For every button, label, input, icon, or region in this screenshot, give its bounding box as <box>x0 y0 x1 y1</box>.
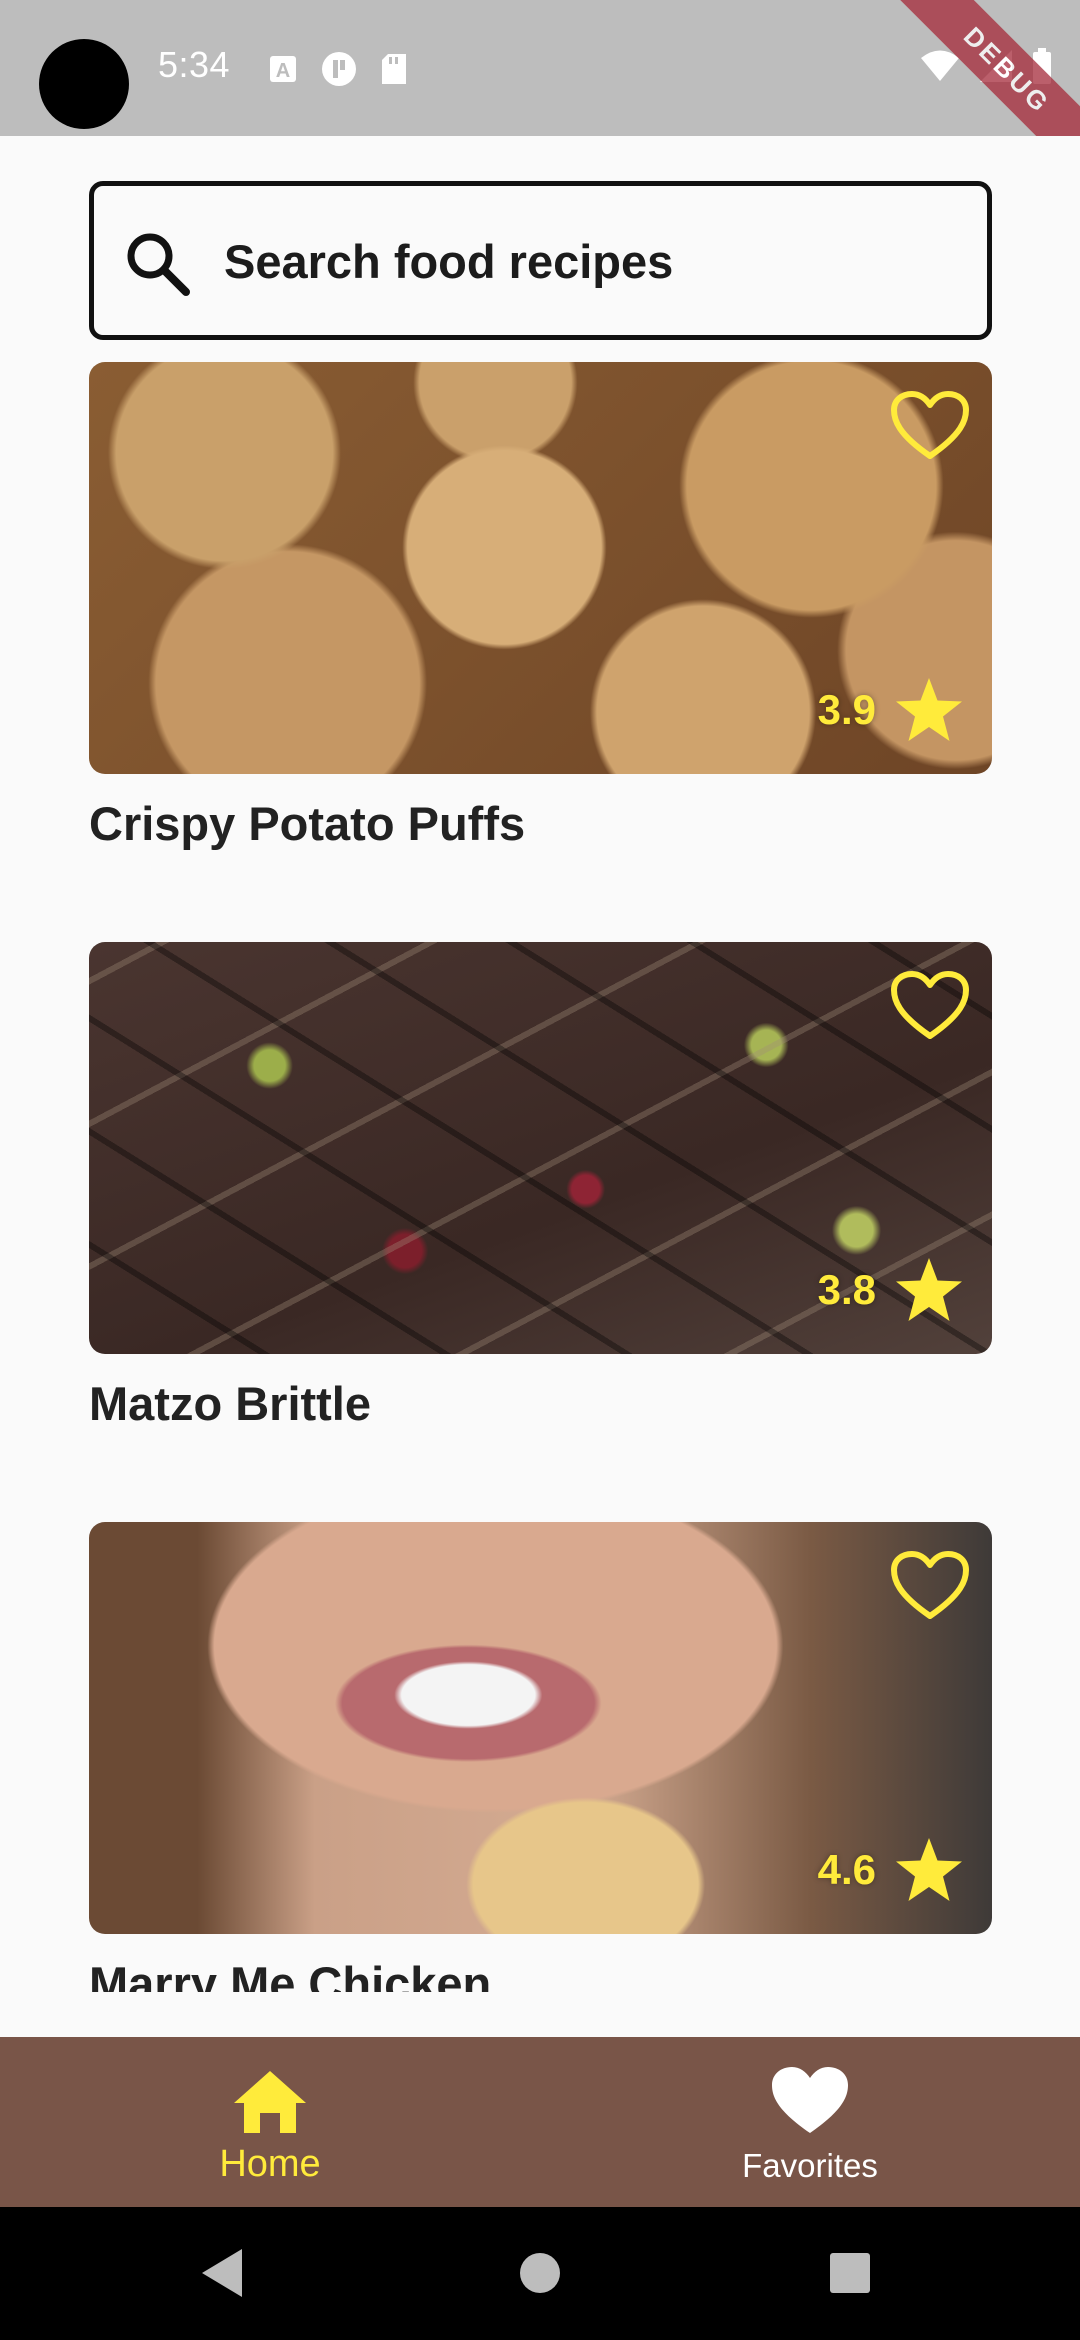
rating: 4.6 <box>818 1836 964 1904</box>
star-icon <box>896 1838 962 1901</box>
rating: 3.8 <box>818 1256 964 1324</box>
recipe-image[interactable]: 3.9 <box>89 362 992 774</box>
nav-item-home[interactable]: Home <box>120 2037 420 2207</box>
favorite-heart-icon[interactable] <box>890 970 970 1042</box>
recipe-title: Marry Me Chicken <box>89 1957 492 1992</box>
recipe-card[interactable]: 4.6 Marry Me Chicken <box>89 1522 992 1992</box>
svg-text:A: A <box>276 60 290 82</box>
camera-cutout <box>39 39 129 129</box>
star-icon <box>896 1258 962 1321</box>
star-icon <box>896 678 962 741</box>
nav-item-favorites[interactable]: Favorites <box>660 2037 960 2207</box>
home-icon <box>234 2071 306 2133</box>
recipe-image[interactable]: 3.8 <box>89 942 992 1354</box>
search-input[interactable]: Search food recipes <box>89 181 992 340</box>
rating: 3.9 <box>818 676 964 744</box>
recipe-image[interactable]: 4.6 <box>89 1522 992 1934</box>
rating-value: 3.8 <box>817 1266 876 1313</box>
recipe-list[interactable]: 3.9 Crispy Potato Puffs 3.8 Matzo Brittl… <box>0 362 1080 1992</box>
favorite-heart-icon[interactable] <box>890 1550 970 1622</box>
circle-p-icon <box>322 52 356 86</box>
status-bar: 5:34 A DEBUG <box>0 0 1080 136</box>
nav-label-favorites: Favorites <box>742 2147 878 2184</box>
text-a-icon: A <box>270 56 296 82</box>
recents-icon[interactable] <box>828 2245 872 2301</box>
search-icon <box>127 233 190 296</box>
rating-value: 4.6 <box>817 1846 876 1893</box>
status-time: 5:34 <box>158 44 231 85</box>
recipe-card[interactable]: 3.9 Crispy Potato Puffs <box>89 362 992 851</box>
recipe-card[interactable]: 3.8 Matzo Brittle <box>89 942 992 1431</box>
recipe-title: Crispy Potato Puffs <box>89 797 526 850</box>
back-icon[interactable] <box>198 2245 248 2301</box>
notification-icons: A <box>268 50 408 88</box>
nav-label-home: Home <box>219 2143 321 2185</box>
search-placeholder: Search food recipes <box>224 235 674 288</box>
sd-card-icon <box>382 54 406 84</box>
home-circle-icon[interactable] <box>518 2245 562 2301</box>
rating-value: 3.9 <box>817 686 876 733</box>
recipe-title: Matzo Brittle <box>89 1377 371 1430</box>
system-navigation-bar <box>0 2207 1080 2340</box>
heart-icon <box>772 2067 848 2133</box>
favorite-heart-icon[interactable] <box>890 390 970 462</box>
bottom-navigation: Home Favorites <box>0 2037 1080 2207</box>
